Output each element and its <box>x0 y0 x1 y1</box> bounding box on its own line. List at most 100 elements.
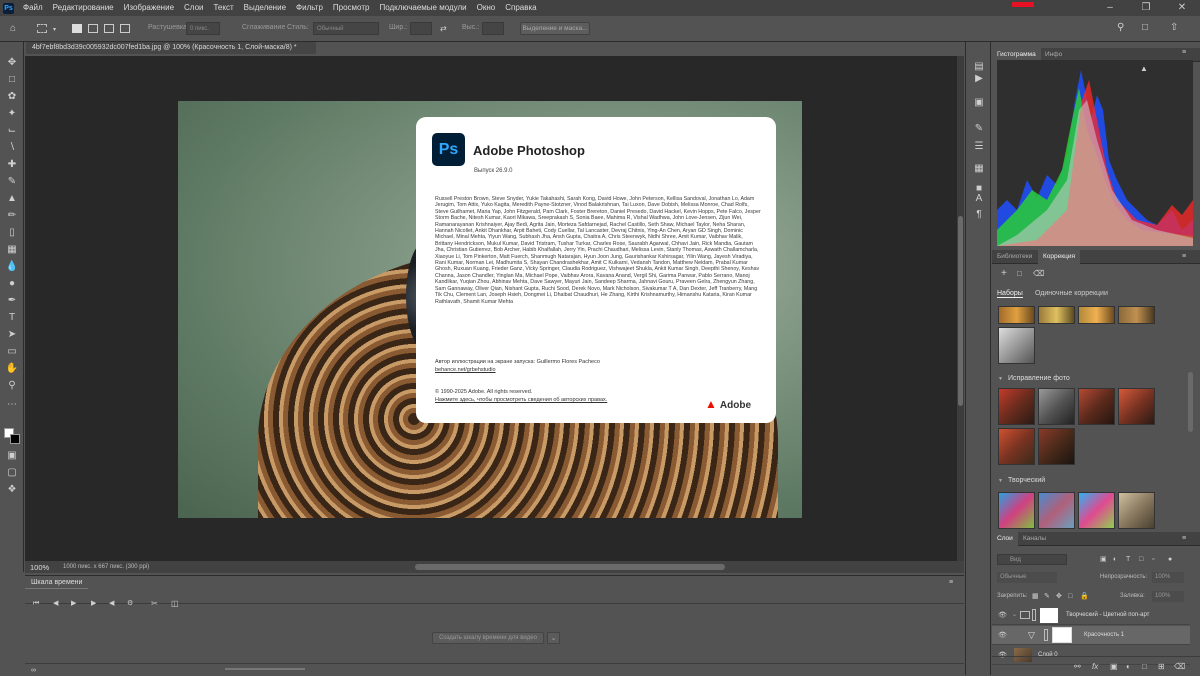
link-layers-icon[interactable]: ⚯ <box>1074 662 1081 672</box>
character-icon[interactable]: A <box>972 192 986 206</box>
layer-mask-thumb[interactable] <box>1040 608 1058 623</box>
menu-edit[interactable]: Редактирование <box>48 0 119 16</box>
brush-settings-icon[interactable]: ✎ <box>972 122 986 136</box>
play-icon[interactable]: ▶ <box>71 599 76 609</box>
scroll-thumb[interactable] <box>958 216 963 406</box>
trash-icon[interactable]: ⌫ <box>1033 269 1044 279</box>
menu-file[interactable]: Файл <box>18 0 48 16</box>
swap-arrows-icon[interactable]: ⇄ <box>440 24 447 34</box>
artist-link[interactable]: behance.net/grbehstudio <box>435 367 496 373</box>
zoom-slider[interactable] <box>225 668 305 670</box>
tab-layers[interactable]: Слои <box>992 532 1018 546</box>
actions-play-icon[interactable]: ▶ <box>972 72 986 86</box>
brush-tool-icon[interactable]: ✎ <box>5 175 19 189</box>
menu-window[interactable]: Окно <box>472 0 501 16</box>
type-tool-icon[interactable]: T <box>5 311 19 325</box>
feather-input[interactable]: 0 пикс. <box>186 22 220 35</box>
filter-type-icon[interactable]: T <box>1126 555 1130 565</box>
generative-icon[interactable]: ❖ <box>5 483 19 497</box>
group-chevron-icon[interactable]: ⌄ <box>1012 606 1017 625</box>
lock-position-icon[interactable]: ✥ <box>1056 592 1062 602</box>
lock-pixels-icon[interactable]: ▦ <box>1032 592 1039 602</box>
prev-frame-icon[interactable]: ◀ <box>53 599 58 609</box>
preset-thumb[interactable] <box>998 306 1035 324</box>
first-frame-icon[interactable]: ⏮ <box>33 599 39 609</box>
layer-filter-select[interactable]: Вид <box>997 554 1067 565</box>
preset-thumb[interactable] <box>998 492 1035 529</box>
filter-toggle-icon[interactable]: ● <box>1168 555 1172 565</box>
object-selection-tool-icon[interactable]: ✦ <box>5 107 19 121</box>
layer-name[interactable]: Красочность 1 <box>1084 626 1124 645</box>
rectangle-tool-icon[interactable]: ▭ <box>5 345 19 359</box>
preset-thumb[interactable] <box>1078 306 1115 324</box>
vertical-scrollbar[interactable] <box>957 56 964 561</box>
preset-thumb[interactable] <box>1038 388 1075 425</box>
maximize-icon[interactable]: ❐ <box>1128 0 1164 16</box>
move-tool-icon[interactable]: ✥ <box>5 56 19 70</box>
subtab-presets[interactable]: Наборы <box>997 290 1023 298</box>
opacity-input[interactable]: 100% <box>1152 572 1184 583</box>
trash-icon[interactable]: ⌫ <box>1174 662 1185 672</box>
lasso-tool-icon[interactable]: ✿ <box>5 90 19 104</box>
tab-adjustments[interactable]: Коррекция <box>1038 250 1080 264</box>
chevron-down-icon[interactable]: ▾ <box>53 25 56 35</box>
filter-pixel-icon[interactable]: ▣ <box>1100 555 1107 565</box>
minimize-icon[interactable]: – <box>1092 0 1128 16</box>
search-icon[interactable]: ⚲ <box>1117 23 1124 33</box>
tab-libraries[interactable]: Библиотеки <box>992 250 1037 264</box>
share-icon[interactable]: ⇧ <box>1170 23 1178 33</box>
background-color-swatch[interactable] <box>10 434 20 444</box>
preset-thumb[interactable] <box>1078 388 1115 425</box>
menu-plugins[interactable]: Подключаемые модули <box>374 0 471 16</box>
layer-name[interactable]: Творческий - Цветной поп-арт <box>1066 606 1149 625</box>
fill-input[interactable]: 100% <box>1152 591 1184 602</box>
filter-adjust-icon[interactable]: ◐ <box>1113 555 1117 565</box>
blend-mode-select[interactable]: Обычные <box>997 572 1057 583</box>
select-mask-button[interactable]: Выделение и маска... <box>520 22 590 35</box>
preset-thumb[interactable] <box>1038 428 1075 465</box>
gradient-tool-icon[interactable]: ▦ <box>5 243 19 257</box>
create-timeline-button[interactable]: Создать шкалу времени для видео <box>432 632 544 644</box>
document-tab[interactable]: 4bf7ebf8bd3d39c005932dc007fed1ba.jpg @ 1… <box>26 42 316 54</box>
preset-thumb[interactable] <box>998 388 1035 425</box>
home-icon[interactable]: ⌂ <box>10 24 16 34</box>
clone-stamp-tool-icon[interactable]: ▲ <box>5 192 19 206</box>
section-creative[interactable]: Творческий <box>992 475 1200 487</box>
section-photo-fix[interactable]: Исправление фото <box>992 373 1200 385</box>
history-brush-tool-icon[interactable]: ✏ <box>5 209 19 223</box>
add-mask-icon[interactable]: ▣ <box>1110 662 1118 672</box>
preset-thumb[interactable] <box>1078 492 1115 529</box>
adjustments-icon[interactable]: ☰ <box>972 140 986 154</box>
visibility-eye-icon[interactable]: 👁 <box>998 606 1007 625</box>
preset-thumb[interactable] <box>1118 388 1155 425</box>
fx-icon[interactable]: fx <box>1092 662 1098 672</box>
next-frame-icon[interactable]: ▶ <box>91 599 96 609</box>
new-group-icon[interactable]: □ <box>1142 662 1147 672</box>
panel-menu-icon[interactable]: ≡ <box>1182 534 1186 544</box>
new-selection-icon[interactable] <box>72 24 82 33</box>
width-input[interactable] <box>410 22 432 35</box>
preset-thumb[interactable] <box>1038 492 1075 529</box>
panel-menu-icon[interactable]: ≡ <box>1182 252 1186 262</box>
split-icon[interactable]: ✂ <box>151 599 158 609</box>
menu-view[interactable]: Просмотр <box>328 0 375 16</box>
quick-mask-icon[interactable]: ▣ <box>5 449 19 463</box>
new-layer-icon[interactable]: ⊞ <box>1158 662 1165 672</box>
rect-marquee-tool-icon[interactable] <box>37 24 47 33</box>
blur-tool-icon[interactable]: 💧 <box>5 260 19 274</box>
visibility-eye-icon[interactable]: 👁 <box>998 626 1007 645</box>
style-select[interactable]: Обычный <box>313 22 379 35</box>
eyedropper-tool-icon[interactable]: ∖ <box>5 141 19 155</box>
crop-tool-icon[interactable]: ⌙ <box>5 124 19 138</box>
about-dialog[interactable]: Ps Adobe Photoshop Выпуск 26.9.0 Russell… <box>416 117 776 423</box>
menu-help[interactable]: Справка <box>500 0 541 16</box>
layer-row[interactable]: 👁 ⌄ Творческий - Цветной поп-арт <box>992 606 1190 625</box>
panel-menu-icon[interactable]: ≡ <box>1182 48 1186 58</box>
antialias-checkbox[interactable]: Сглаживание <box>232 24 285 31</box>
audio-icon[interactable]: ◀ <box>109 599 114 609</box>
preset-thumb[interactable] <box>1038 306 1075 324</box>
workspace-icon[interactable]: □ <box>1142 23 1148 33</box>
intersect-selection-icon[interactable] <box>120 24 130 33</box>
layer-row-selected[interactable]: 👁 ▽ Красочность 1 <box>992 626 1190 645</box>
legal-notices-link[interactable]: Нажмите здесь, чтобы просмотреть сведени… <box>435 397 607 403</box>
